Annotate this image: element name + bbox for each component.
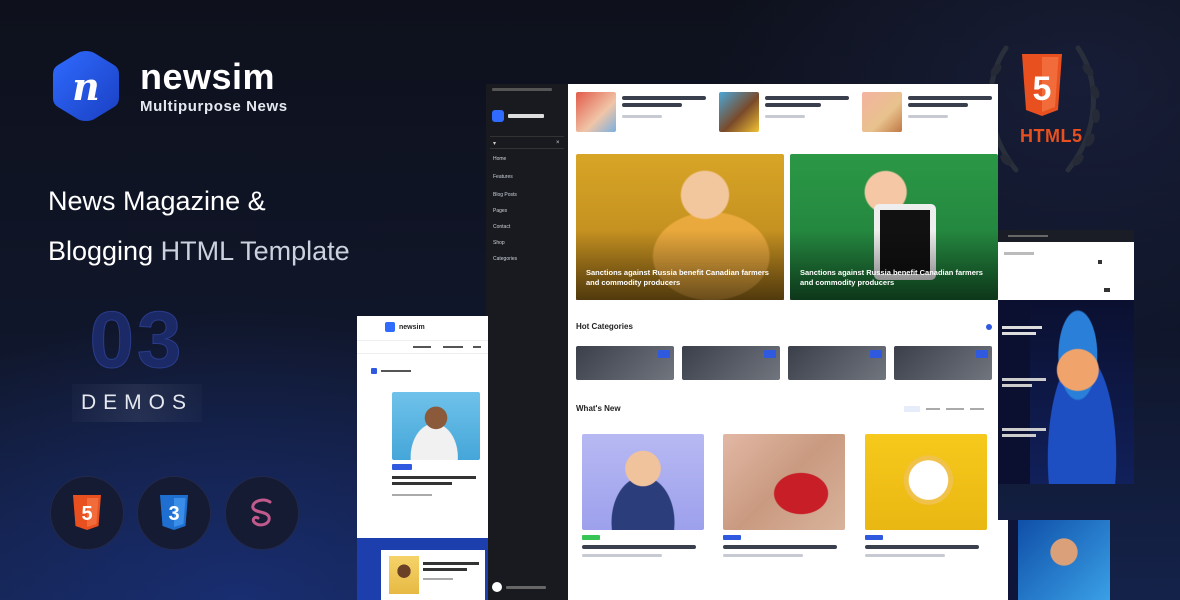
top-news-item[interactable]	[862, 92, 998, 132]
filter-tab[interactable]	[904, 406, 920, 412]
mock-small-page: newsim	[357, 316, 488, 600]
search-icon[interactable]	[1098, 260, 1102, 264]
top-news-item[interactable]	[576, 92, 712, 132]
category-card[interactable]	[788, 346, 886, 380]
html5-icon: 5	[50, 476, 124, 550]
category-card[interactable]	[576, 346, 674, 380]
svg-text:3: 3	[168, 503, 179, 525]
top-news-item[interactable]	[719, 92, 855, 132]
hero-caption: Sanctions against Russia benefit Canadia…	[800, 268, 983, 287]
filter-tab[interactable]	[926, 408, 940, 410]
mock-right-page	[998, 230, 1134, 300]
headline-line-2: Blogging HTML Template	[48, 236, 350, 266]
sidebar-item[interactable]: Features	[493, 174, 513, 180]
brand-tagline: Multipurpose News	[140, 97, 288, 115]
hot-categories-title: Hot Categories	[576, 322, 633, 331]
sidebar-item[interactable]: Shop	[493, 240, 505, 246]
demos-number: 03	[89, 295, 185, 384]
mock-right-feature	[998, 300, 1134, 484]
sidebar-item[interactable]: Categories	[493, 256, 517, 262]
news-card[interactable]	[582, 434, 704, 557]
whats-new-title: What's New	[576, 404, 621, 413]
mock-sidebar: ▾ × Home Features Blog Posts Pages Conta…	[486, 84, 568, 600]
news-card[interactable]	[723, 434, 845, 557]
filter-tab[interactable]	[946, 408, 964, 410]
headline: News Magazine & Blogging HTML Template	[48, 176, 350, 276]
demos-count: 03 DEMOS	[72, 295, 202, 422]
hero-card[interactable]: Sanctions against Russia benefit Canadia…	[576, 154, 784, 300]
demos-label: DEMOS	[72, 384, 202, 422]
category-card[interactable]	[894, 346, 992, 380]
html5-badge-label: HTML5	[1020, 126, 1083, 146]
avatar	[492, 582, 502, 592]
mock-right-bottom	[998, 520, 1110, 600]
menu-icon[interactable]: ▾	[493, 140, 496, 147]
filter-tab[interactable]	[970, 408, 984, 410]
svg-text:5: 5	[1033, 70, 1052, 108]
category-card[interactable]	[682, 346, 780, 380]
sidebar-item[interactable]: Pages	[493, 208, 507, 214]
mock-small-logo: newsim	[385, 322, 425, 332]
mock-main-page: Sanctions against Russia benefit Canadia…	[568, 84, 998, 600]
hero-card[interactable]: Sanctions against Russia benefit Canadia…	[790, 154, 998, 300]
hexagon-n-icon: n	[53, 51, 119, 121]
news-card[interactable]	[865, 434, 987, 557]
sidebar-item[interactable]: Blog Posts	[493, 192, 517, 198]
svg-text:5: 5	[81, 503, 92, 525]
css3-icon: 3	[137, 476, 211, 550]
mock-sidebar-logo	[492, 110, 544, 122]
brand: n newsim Multipurpose News	[48, 48, 288, 124]
brand-name: newsim	[140, 55, 276, 97]
svg-text:n: n	[72, 64, 100, 109]
headline-line-1: News Magazine &	[48, 186, 266, 216]
slider-next-icon[interactable]	[986, 324, 992, 330]
sass-icon	[225, 476, 299, 550]
sidebar-item[interactable]: Contact	[493, 224, 510, 230]
hero-caption: Sanctions against Russia benefit Canadia…	[586, 268, 769, 287]
close-icon[interactable]: ×	[556, 140, 560, 146]
menu-icon[interactable]	[1104, 288, 1110, 292]
sidebar-item[interactable]: Home	[493, 156, 506, 162]
